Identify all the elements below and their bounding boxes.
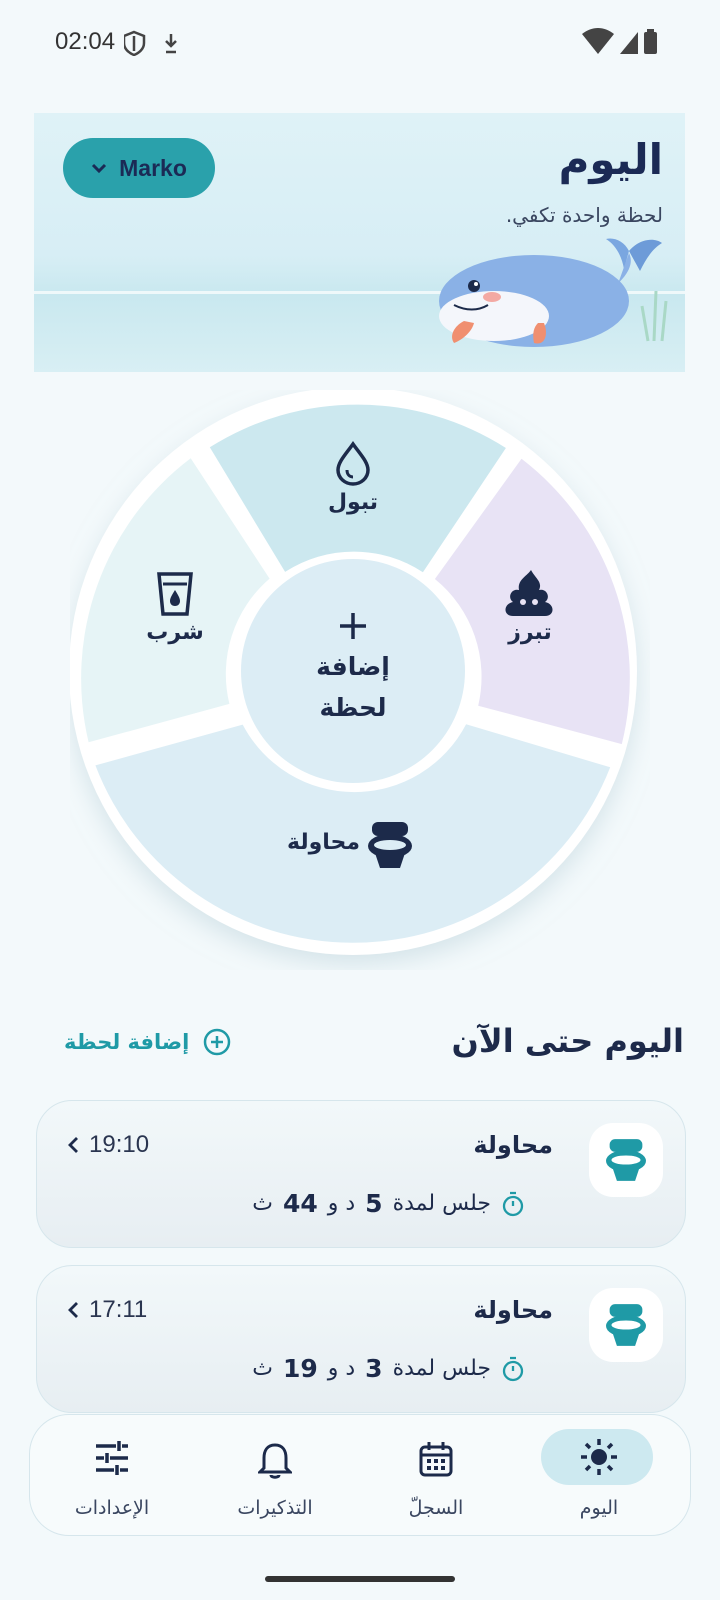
status-system-icons [580,28,660,60]
page-subtitle: لحظة واحدة تكفي. [505,203,663,227]
duration-seconds: 44 [282,1189,318,1218]
bell-icon [258,1443,292,1479]
entry-time-value: 17:11 [89,1296,148,1323]
status-notification-icons [122,30,194,60]
entry-time: 19:10 [67,1131,149,1159]
wheel-label-drink: شرب [146,620,204,645]
status-bar: 02:04 [0,0,720,86]
chevron-left-icon [68,1302,78,1318]
add-moment-link[interactable]: إضافة لحظة [64,1028,231,1056]
nav-label-reminders: التذكيرات [237,1497,313,1519]
nav-item-today[interactable]: اليوم [529,1429,669,1529]
entry-icon-tile [589,1123,663,1197]
entry-icon-tile [589,1288,663,1362]
add-moment-label-1: إضافة [316,652,390,681]
wheel-label-pee: تبول [327,490,379,515]
duration-seconds: 19 [282,1354,318,1383]
wifi-icon [582,28,614,54]
chevron-down-icon [92,163,107,174]
sun-icon [581,1439,617,1475]
timer-icon [502,1191,524,1216]
nav-label-today: اليوم [579,1497,619,1519]
entry-card[interactable]: محاولة 19:10 جلس لمدة 5 د و 44 ث [36,1100,686,1248]
entry-card[interactable]: محاولة 17:11 جلس لمدة 3 د و 19 ث [36,1265,686,1413]
quick-log-wheel: تبول تبرز شرب محاولة إضافة لحظة [69,387,650,970]
status-time: 02:04 [55,28,116,55]
duration-prefix: جلس لمدة [392,1191,491,1216]
entry-duration: جلس لمدة 5 د و 44 ث [252,1189,525,1218]
download-icon [165,34,177,54]
wheel-label-poop: تبرز [508,620,552,645]
entry-time: 17:11 [67,1296,147,1324]
page-title: اليوم [558,135,663,184]
duration-seconds-unit: ث [252,1191,273,1216]
battery-icon [644,32,657,54]
entry-duration: جلس لمدة 3 د و 19 ث [252,1354,525,1383]
duration-minutes-unit: د و [327,1356,356,1381]
duration-minutes-unit: د و [327,1191,356,1216]
chevron-left-icon [68,1137,78,1153]
duration-seconds-unit: ث [252,1356,273,1381]
home-indicator[interactable] [265,1576,455,1582]
toilet-icon [606,1139,646,1181]
header-banner: اليوم لحظة واحدة تكفي. Marko [34,113,685,372]
duration-minutes: 3 [365,1354,383,1383]
calendar-icon [419,1442,453,1477]
tune-icon [96,1441,128,1475]
profile-selector-button[interactable]: Marko [63,138,215,198]
whale-illustration [439,238,668,347]
plus-circle-icon [204,1028,231,1056]
entry-title: محاولة [473,1131,553,1159]
nav-item-reminders[interactable]: التذكيرات [205,1429,345,1529]
timer-icon [502,1356,524,1381]
add-moment-label-2: لحظة [319,693,387,722]
entry-title: محاولة [473,1296,553,1324]
wheel-label-attempt: محاولة [286,830,360,855]
nav-item-log[interactable]: السجلّ [366,1429,506,1529]
duration-minutes: 5 [365,1189,383,1218]
bottom-navigation: الإعدادات التذكيرات السجلّ اليوم [29,1414,691,1536]
toilet-icon [606,1304,646,1346]
nav-label-settings: الإعدادات [74,1497,150,1519]
nav-item-settings[interactable]: الإعدادات [42,1429,182,1529]
entry-time-value: 19:10 [89,1131,150,1158]
profile-name: Marko [119,154,187,181]
nav-label-log: السجلّ [408,1497,464,1519]
section-title: اليوم حتى الآن [451,1022,684,1060]
shield-icon [122,30,146,57]
duration-prefix: جلس لمدة [392,1356,491,1381]
add-moment-link-label: إضافة لحظة [64,1030,190,1054]
signal-icon [620,32,638,54]
